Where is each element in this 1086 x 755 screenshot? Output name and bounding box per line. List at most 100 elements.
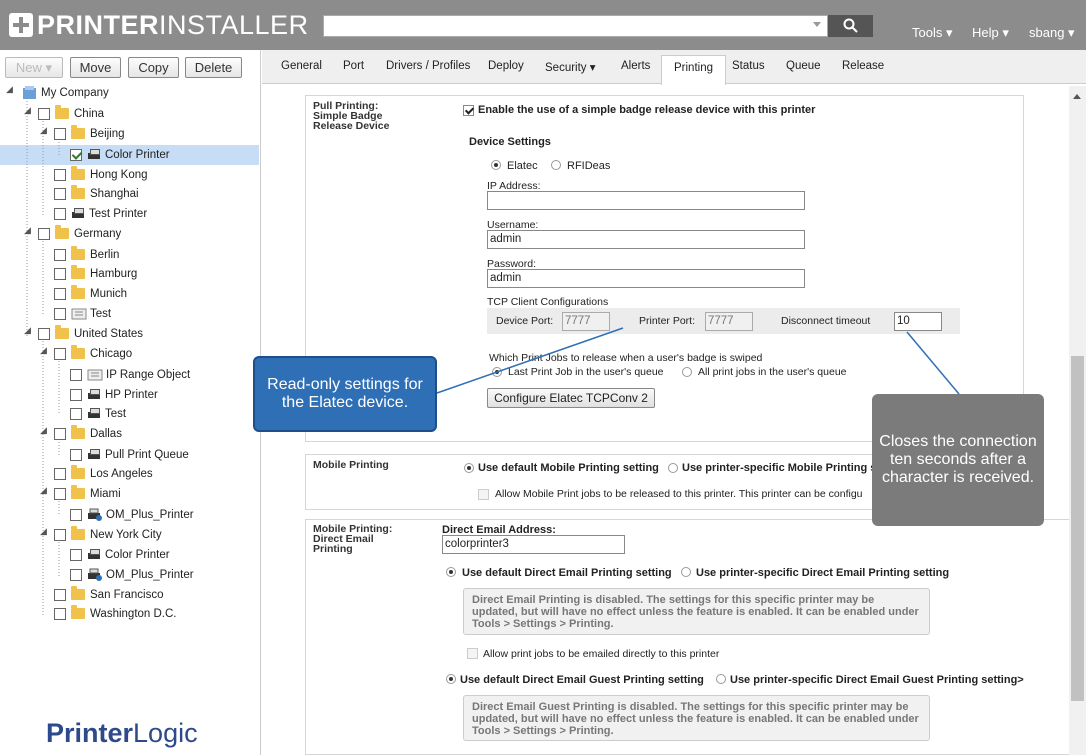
tree-item-san-francisco[interactable]: San Francisco: [54, 585, 164, 604]
tree-checkbox[interactable]: [70, 508, 82, 521]
tab-printing[interactable]: Printing: [661, 55, 726, 85]
guest-default-radio[interactable]: [446, 674, 456, 684]
tree-checkbox[interactable]: [70, 448, 82, 461]
collapse-arrow-icon[interactable]: ◢: [40, 485, 47, 495]
tree-checkbox[interactable]: [54, 287, 66, 300]
collapse-arrow-icon[interactable]: ◢: [6, 84, 13, 94]
enable-badge-checkbox[interactable]: [463, 105, 474, 116]
tree-item-my-company[interactable]: My Company: [22, 83, 109, 102]
tree-item-test-ip-range[interactable]: Test: [54, 304, 111, 323]
tree-item-berlin[interactable]: Berlin: [54, 245, 119, 264]
elatec-radio[interactable]: [491, 160, 501, 170]
collapse-arrow-icon[interactable]: ◢: [24, 325, 31, 335]
scroll-up-icon[interactable]: [1073, 94, 1081, 99]
tree-item-om-plus-printer[interactable]: OM_Plus_Printer: [70, 505, 194, 524]
allow-mobile-checkbox[interactable]: [478, 489, 489, 500]
user-menu[interactable]: sbang ▾: [1029, 25, 1075, 41]
tree-checkbox[interactable]: [38, 227, 50, 240]
tree-checkbox[interactable]: [70, 568, 82, 581]
scroll-thumb[interactable]: [1071, 356, 1084, 701]
rfideas-radio[interactable]: [551, 160, 561, 170]
tree-checkbox[interactable]: [54, 467, 66, 480]
tree-checkbox[interactable]: [54, 588, 66, 601]
tree-item-test-printer[interactable]: Test Printer: [54, 204, 147, 223]
tab-drivers-profiles[interactable]: Drivers / Profiles: [386, 60, 470, 72]
tree-checkbox[interactable]: [70, 388, 82, 401]
tree-item-color-printer-nyc[interactable]: Color Printer: [70, 545, 170, 564]
tree-checkbox[interactable]: [38, 327, 50, 340]
collapse-arrow-icon[interactable]: ◢: [40, 345, 47, 355]
tree-checkbox[interactable]: [54, 168, 66, 181]
last-job-radio[interactable]: [492, 367, 502, 377]
tree-item-germany[interactable]: Germany: [38, 224, 121, 243]
collapse-arrow-icon[interactable]: ◢: [24, 105, 31, 115]
search-button[interactable]: [828, 15, 873, 37]
tree-checkbox[interactable]: [70, 368, 82, 381]
tree-item-test[interactable]: Test: [70, 404, 126, 423]
tree-item-dallas[interactable]: Dallas: [54, 424, 122, 443]
help-menu[interactable]: Help ▾: [972, 25, 1009, 41]
collapse-arrow-icon[interactable]: ◢: [40, 125, 47, 135]
tree-item-united-states[interactable]: United States: [38, 324, 143, 343]
tree-checkbox[interactable]: [54, 267, 66, 280]
tree-checkbox[interactable]: [70, 407, 82, 420]
search-input[interactable]: [323, 15, 828, 37]
tree-item-munich[interactable]: Munich: [54, 284, 127, 303]
tree-item-hp-printer[interactable]: HP Printer: [70, 385, 158, 404]
tree-checkbox[interactable]: [54, 528, 66, 541]
tree-checkbox[interactable]: [54, 347, 66, 360]
vertical-scrollbar[interactable]: [1069, 86, 1086, 755]
tree-checkbox[interactable]: [54, 427, 66, 440]
new-button[interactable]: New ▾: [5, 57, 63, 78]
move-button[interactable]: Move: [70, 57, 121, 78]
tools-menu[interactable]: Tools ▾: [912, 25, 953, 41]
collapse-arrow-icon[interactable]: ◢: [24, 225, 31, 235]
tree-checkbox[interactable]: [70, 148, 82, 161]
email-address-input[interactable]: colorprinter3: [442, 535, 625, 554]
disconnect-timeout-input[interactable]: 10: [894, 312, 942, 331]
tree-item-beijing[interactable]: Beijing: [54, 124, 125, 143]
tree-item-los-angeles[interactable]: Los Angeles: [54, 464, 153, 483]
tab-alerts[interactable]: Alerts: [621, 60, 650, 72]
tree-checkbox[interactable]: [54, 187, 66, 200]
ip-address-input[interactable]: [487, 191, 805, 210]
tree-checkbox[interactable]: [70, 548, 82, 561]
tree-checkbox[interactable]: [54, 487, 66, 500]
tree-item-hong-kong[interactable]: Hong Kong: [54, 165, 148, 184]
allow-email-checkbox[interactable]: [467, 648, 478, 659]
tab-queue[interactable]: Queue: [786, 60, 821, 72]
mobile-specific-radio[interactable]: [668, 463, 678, 473]
tree-checkbox[interactable]: [54, 307, 66, 320]
tree-item-pull-print-queue[interactable]: Pull Print Queue: [70, 445, 189, 464]
tab-status[interactable]: Status: [732, 60, 765, 72]
tree-item-new-york-city[interactable]: New York City: [54, 525, 162, 544]
collapse-arrow-icon[interactable]: ◢: [40, 526, 47, 536]
tree-item-color-printer[interactable]: Color Printer: [70, 145, 170, 164]
tree-item-hamburg[interactable]: Hamburg: [54, 264, 137, 283]
collapse-arrow-icon[interactable]: ◢: [40, 425, 47, 435]
mobile-default-radio[interactable]: [464, 463, 474, 473]
tree-item-ip-range-object[interactable]: IP Range Object: [70, 365, 190, 384]
tab-release[interactable]: Release: [842, 60, 884, 72]
dropdown-caret-icon[interactable]: [813, 22, 821, 27]
tree-item-shanghai[interactable]: Shanghai: [54, 184, 139, 203]
printer-port-input[interactable]: 7777: [705, 312, 753, 331]
guest-specific-radio[interactable]: [716, 674, 726, 684]
tab-security[interactable]: Security ▾: [545, 60, 596, 74]
device-port-input[interactable]: 7777: [562, 312, 610, 331]
tab-general[interactable]: General: [281, 60, 322, 72]
tab-port[interactable]: Port: [343, 60, 364, 72]
tree-item-chicago[interactable]: Chicago: [54, 344, 132, 363]
tree-checkbox[interactable]: [54, 127, 66, 140]
tree-item-om-plus-printer-nyc[interactable]: OM_Plus_Printer: [70, 565, 194, 584]
copy-button[interactable]: Copy: [128, 57, 179, 78]
email-specific-radio[interactable]: [681, 567, 691, 577]
tree-item-miami[interactable]: Miami: [54, 484, 121, 503]
tab-deploy[interactable]: Deploy: [488, 60, 524, 72]
tree-checkbox[interactable]: [54, 248, 66, 261]
tree-item-washington-dc[interactable]: Washington D.C.: [54, 604, 177, 623]
tree-checkbox[interactable]: [54, 607, 66, 620]
configure-elatec-button[interactable]: Configure Elatec TCPConv 2: [487, 388, 655, 408]
password-input[interactable]: admin: [487, 269, 805, 288]
tree-item-china[interactable]: China: [38, 104, 104, 123]
